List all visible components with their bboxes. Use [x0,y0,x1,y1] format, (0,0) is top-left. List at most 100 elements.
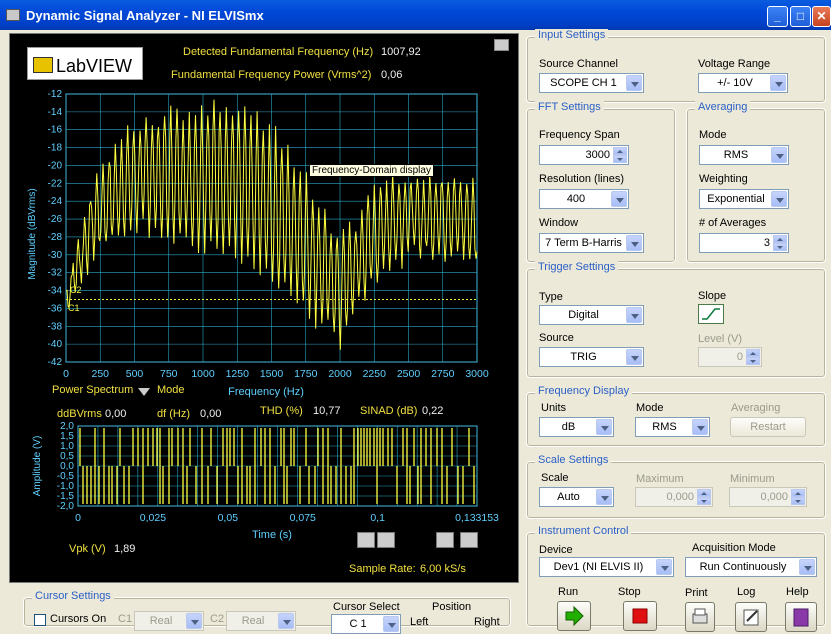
run-label: Run [558,586,579,598]
spectrum-mode-selector[interactable]: Power Spectrum [52,384,133,396]
num-averages-label: # of Averages [699,217,767,229]
help-book-icon [793,608,809,627]
window-label: Window [539,217,579,229]
freq-y-tick-label: -36 [48,303,63,314]
maximize-button[interactable]: □ [790,6,811,27]
sinad-value: 0,22 [422,405,444,417]
units-label: Units [541,402,567,414]
voltage-range-select[interactable]: +/- 10V [698,73,788,93]
run-arrow-icon [565,605,584,627]
device-select[interactable]: Dev1 (NI ELVIS II) [539,557,674,577]
graph-resize-icon[interactable] [494,39,509,51]
restart-button[interactable]: Restart [730,417,806,437]
labview-logo: LabVIEW [27,47,143,80]
averages-stepper-icon[interactable] [773,235,787,251]
chevron-down-icon [770,75,786,91]
c1-select[interactable]: Real [134,611,204,631]
freq-y-tick-label: -32 [48,268,63,279]
units-select[interactable]: dB [539,417,614,437]
frequency-domain-graph[interactable]: -12 -14 -16 -18 -20 -22 -24 -26 -28 -30 -32 -34 -36 -… [10,84,518,404]
trigger-settings-title: Trigger Settings [535,261,619,273]
time-y-axis-label: Amplitude (V) [32,436,43,497]
logo-text: LabVIEW [56,56,133,76]
device-label: Device [539,544,573,556]
resolution-label: Resolution (lines) [539,173,624,185]
chevron-down-icon [186,613,202,629]
level-stepper-icon[interactable] [746,349,760,365]
fft-settings-title: FFT Settings [535,101,604,113]
averaging-title: Averaging [695,101,751,113]
pan-tool-icon[interactable] [377,532,395,548]
averaging-group: Averaging Mode RMS Weighting Exponential… [686,101,826,263]
slope-rising-button[interactable] [698,304,724,324]
thd-value: 10,77 [313,405,341,417]
time-domain-graph[interactable]: 2,01,51,00,50,0-0,5-1,0-1,5-2,0 0 0,025 0,… [10,419,518,544]
acquisition-mode-select[interactable]: Run Continuously [685,557,817,577]
mode-label: Mode [157,384,185,396]
weighting-select[interactable]: Exponential [699,189,789,209]
cursor-settings-title: Cursor Settings [32,590,114,602]
display-averaging-label: Averaging [731,402,781,414]
trigger-level-input[interactable]: 0 [698,347,762,367]
freq-x-tick-label: 0 [63,368,69,380]
trigger-settings-group: Trigger Settings Type Digital Slope Sour… [526,261,826,378]
app-icon[interactable] [6,9,20,21]
time-x-tick-label: 0,05 [218,512,239,524]
trigger-level-label: Level (V) [698,333,743,345]
chevron-down-icon [596,489,612,505]
maximum-stepper-icon[interactable] [697,489,711,505]
zoom-tool-icon[interactable] [357,532,375,548]
stop-label: Stop [618,586,641,598]
chevron-down-icon [278,613,294,629]
freq-y-tick-label: -22 [48,178,63,189]
num-averages-input[interactable]: 3 [699,233,789,253]
freq-y-tick-label: -42 [48,357,63,368]
minimum-input[interactable]: 0,000 [729,487,807,507]
help-button[interactable] [785,602,817,632]
position-right-label: Right [474,616,500,628]
c2-select[interactable]: Real [226,611,296,631]
scale-select[interactable]: Auto [539,487,614,507]
rising-edge-icon [702,308,720,320]
scale-label: Scale [541,472,569,484]
frequency-display-title: Frequency Display [535,385,633,397]
averaging-mode-select[interactable]: RMS [699,145,789,165]
run-button[interactable] [557,601,591,631]
display-mode-select[interactable]: RMS [635,417,710,437]
window-select[interactable]: 7 Term B-Harris [539,233,644,253]
source-channel-select[interactable]: SCOPE CH 1 [539,73,644,93]
stop-button[interactable] [623,601,657,631]
freq-x-tick-label: 1750 [294,368,318,380]
minimum-label: Minimum [730,473,775,485]
y-scale-icon[interactable] [460,532,478,548]
close-button[interactable]: ✕ [812,6,831,27]
freq-y-axis-label: Magnitude (dBVrms) [27,188,38,279]
cursors-on-checkbox[interactable] [34,614,46,626]
minimum-stepper-icon[interactable] [791,489,805,505]
maximum-input[interactable]: 0,000 [635,487,713,507]
voltage-range-label: Voltage Range [698,58,771,70]
trigger-type-select[interactable]: Digital [539,305,644,325]
freq-x-tick-label: 3000 [465,368,489,380]
time-x-tick-label: 0 [75,512,81,524]
log-button[interactable] [735,602,767,632]
frequency-span-input[interactable]: 3000 [539,145,629,165]
print-button[interactable] [685,602,715,632]
cursor-select-label: Cursor Select [333,601,400,613]
time-x-tick-label: 0,133153 [455,512,499,524]
resolution-select[interactable]: 400 [539,189,629,209]
mode-dropdown-arrow-icon[interactable] [138,388,150,396]
maximum-label: Maximum [636,473,684,485]
window-title: Dynamic Signal Analyzer - NI ELVISmx [26,8,264,23]
minimize-button[interactable]: _ [767,6,788,27]
fund-power-value: 0,06 [381,69,403,81]
x-scale-icon[interactable] [436,532,454,548]
cursor-select[interactable]: C 1 [331,614,401,634]
trigger-type-label: Type [539,291,563,303]
trigger-source-select[interactable]: TRIG [539,347,644,367]
span-stepper-icon[interactable] [613,147,627,163]
freq-x-tick-label: 500 [126,368,144,380]
freq-x-tick-label: 250 [91,368,109,380]
chevron-down-icon [692,419,708,435]
freq-x-axis-label: Frequency (Hz) [228,386,304,398]
